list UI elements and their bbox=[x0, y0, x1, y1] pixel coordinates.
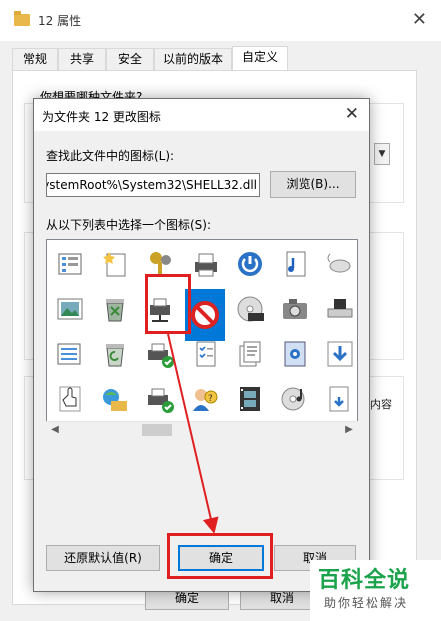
watermark-subtitle: 助你轻松解决 bbox=[324, 596, 409, 610]
watermark: 百科全说 助你轻松解决 bbox=[310, 560, 441, 621]
watermark-title: 百科全说 bbox=[318, 568, 411, 593]
annotation-arrow bbox=[167, 333, 219, 534]
